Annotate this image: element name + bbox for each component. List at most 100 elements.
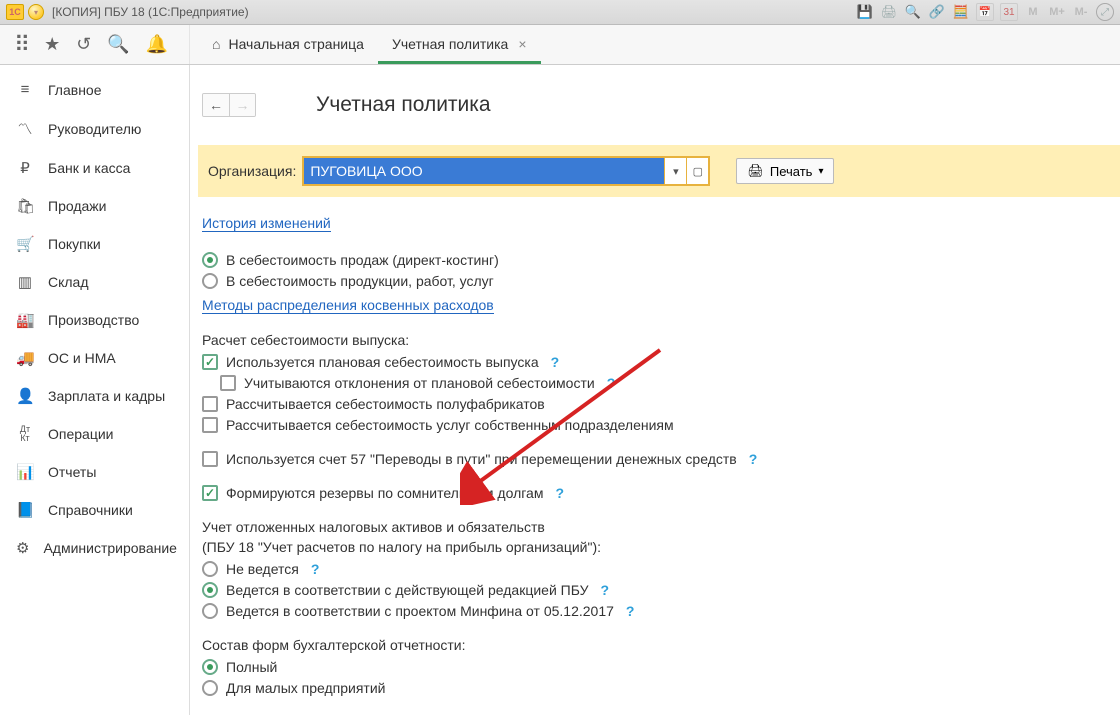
- sidebar-item-label: Руководителю: [48, 121, 141, 137]
- sidebar-item-label: ОС и НМА: [48, 350, 116, 366]
- help-icon[interactable]: ?: [311, 561, 320, 577]
- sidebar-item-assets[interactable]: 🚚 ОС и НМА: [0, 339, 189, 377]
- radio-product-cost[interactable]: В себестоимость продукции, работ, услуг: [202, 273, 1102, 289]
- sidebar: ≡Главное 〽 Руководителю ₽Банк и касса 🛍 Пр…: [0, 65, 190, 715]
- history-link[interactable]: История изменений: [202, 215, 331, 232]
- history-icon[interactable]: ↺: [76, 34, 91, 55]
- window-title: [КОПИЯ] ПБУ 18 (1С:Предприятие): [52, 5, 249, 19]
- checkbox-label: Учитываются отклонения от плановой себес…: [244, 375, 595, 391]
- bag-icon: 🛍: [16, 197, 34, 215]
- radio-label: В себестоимость продукции, работ, услуг: [226, 273, 494, 289]
- help-icon[interactable]: ?: [601, 582, 610, 598]
- close-icon[interactable]: ×: [518, 36, 526, 52]
- deferred-section-label: Учет отложенных налоговых активов и обяз…: [202, 519, 1102, 535]
- favorite-star-icon[interactable]: ★: [44, 34, 60, 55]
- indirect-methods-link[interactable]: Методы распределения косвенных расходов: [202, 297, 494, 314]
- sidebar-item-manager[interactable]: 〽 Руководителю: [0, 108, 189, 149]
- dtkt-icon: Дт Кт: [16, 425, 34, 443]
- sidebar-item-hr[interactable]: 👤Зарплата и кадры: [0, 377, 189, 415]
- tab-active-label: Учетная политика: [392, 36, 508, 52]
- checkbox-semifinished[interactable]: Рассчитывается себестоимость полуфабрика…: [202, 396, 1102, 412]
- radio-label: В себестоимость продаж (директ-костинг): [226, 252, 499, 268]
- checkbox-deviations[interactable]: Учитываются отклонения от плановой себес…: [220, 375, 1102, 391]
- checkbox-plan-cost[interactable]: ✓ Используется плановая себестоимость вы…: [202, 354, 1102, 370]
- bar-chart-icon: 📊: [16, 463, 34, 481]
- radio-label: Не ведется: [226, 561, 299, 577]
- sidebar-item-label: Справочники: [48, 502, 133, 518]
- chevron-down-icon: ▾: [818, 166, 823, 177]
- search-icon[interactable]: 🔍: [904, 3, 922, 21]
- ruble-icon: ₽: [16, 159, 34, 177]
- page-title: Учетная политика: [316, 93, 491, 117]
- search-global-icon[interactable]: 🔍: [107, 34, 129, 55]
- radio-direct-costing[interactable]: В себестоимость продаж (директ-костинг): [202, 252, 1102, 268]
- sidebar-item-main[interactable]: ≡Главное: [0, 71, 189, 108]
- checkbox-reserves[interactable]: ✓ Формируются резервы по сомнительным до…: [202, 485, 1102, 501]
- radio-deferred-project[interactable]: Ведется в соответствии с проектом Минфин…: [202, 603, 1102, 619]
- nav-back-button[interactable]: ←: [203, 94, 229, 116]
- checkbox-own-services[interactable]: Рассчитывается себестоимость услуг собст…: [202, 417, 1102, 433]
- help-icon[interactable]: ?: [555, 485, 564, 501]
- radio-deferred-none[interactable]: Не ведется ?: [202, 561, 1102, 577]
- sidebar-item-warehouse[interactable]: ▥Склад: [0, 263, 189, 301]
- help-icon[interactable]: ?: [626, 603, 635, 619]
- content-area: ← → Учетная политика Организация: ▾ ▢ 🖨 …: [190, 65, 1120, 715]
- print-button-label: Печать: [770, 164, 813, 179]
- sidebar-item-label: Склад: [48, 274, 89, 290]
- tab-home[interactable]: ⌂ Начальная страница: [198, 26, 378, 64]
- org-input[interactable]: [304, 158, 664, 184]
- help-icon[interactable]: ?: [749, 451, 758, 467]
- org-dropdown-button[interactable]: ▾: [664, 158, 686, 184]
- m-minus-icon[interactable]: M-: [1072, 3, 1090, 21]
- checkbox-label: Рассчитывается себестоимость услуг собст…: [226, 417, 674, 433]
- app-dropdown-icon[interactable]: ▾: [28, 4, 44, 20]
- org-label: Организация:: [208, 163, 296, 179]
- sidebar-item-label: Отчеты: [48, 464, 96, 480]
- help-icon[interactable]: ?: [607, 375, 616, 391]
- sidebar-item-admin[interactable]: ⚙Администрирование: [0, 529, 189, 567]
- checkbox-label: Формируются резервы по сомнительным долг…: [226, 485, 543, 501]
- sidebar-item-reports[interactable]: 📊 Отчеты: [0, 453, 189, 491]
- calc-icon[interactable]: 🧮: [952, 3, 970, 21]
- sidebar-item-label: Главное: [48, 82, 102, 98]
- save-icon[interactable]: 💾: [856, 3, 874, 21]
- forms-section-label: Состав форм бухгалтерской отчетности:: [202, 637, 1102, 653]
- apps-grid-icon[interactable]: [14, 32, 28, 58]
- print-icon[interactable]: 🖨: [880, 3, 898, 21]
- tab-home-label: Начальная страница: [228, 36, 363, 52]
- sidebar-item-label: Продажи: [48, 198, 106, 214]
- notifications-bell-icon[interactable]: 🔔: [146, 34, 168, 55]
- home-icon: ⌂: [212, 36, 220, 52]
- chart-up-icon: 〽: [16, 118, 34, 139]
- radio-small[interactable]: Для малых предприятий: [202, 680, 1102, 696]
- nav-forward-button[interactable]: →: [229, 94, 255, 116]
- radio-full[interactable]: Полный: [202, 659, 1102, 675]
- radio-deferred-current[interactable]: Ведется в соответствии с действующей ред…: [202, 582, 1102, 598]
- calendar31-icon[interactable]: 31: [1000, 3, 1018, 21]
- sidebar-item-sales[interactable]: 🛍 Продажи: [0, 187, 189, 225]
- m-plus-icon[interactable]: M+: [1048, 3, 1066, 21]
- truck-icon: 🚚: [16, 349, 34, 367]
- tab-active[interactable]: Учетная политика ×: [378, 26, 541, 64]
- logo-1c-icon: 1C: [6, 4, 24, 20]
- sidebar-item-bank[interactable]: ₽Банк и касса: [0, 149, 189, 187]
- sidebar-item-references[interactable]: 📘Справочники: [0, 491, 189, 529]
- radio-label: Полный: [226, 659, 277, 675]
- help-icon[interactable]: ?: [551, 354, 560, 370]
- toolbar-icons: ★ ↺ 🔍 🔔: [0, 25, 190, 64]
- tabs-bar: ⌂ Начальная страница Учетная политика ×: [190, 25, 541, 64]
- org-open-button[interactable]: ▢: [686, 158, 708, 184]
- link-icon[interactable]: 🔗: [928, 3, 946, 21]
- expand-icon[interactable]: ⤢: [1096, 3, 1114, 21]
- calendar-icon[interactable]: 📅: [976, 3, 994, 21]
- toolbar-row: ★ ↺ 🔍 🔔 ⌂ Начальная страница Учетная пол…: [0, 25, 1120, 65]
- radio-label: Ведется в соответствии с проектом Минфин…: [226, 603, 614, 619]
- m-icon[interactable]: M: [1024, 3, 1042, 21]
- sidebar-item-production[interactable]: 🏭Производство: [0, 301, 189, 339]
- print-button[interactable]: 🖨 Печать ▾: [736, 158, 834, 184]
- sidebar-item-purchases[interactable]: 🛒Покупки: [0, 225, 189, 263]
- printer-icon: 🖨: [747, 163, 764, 179]
- sidebar-item-operations[interactable]: Дт КтОперации: [0, 415, 189, 453]
- checkbox-account57[interactable]: Используется счет 57 "Переводы в пути" п…: [202, 451, 1102, 467]
- org-band: Организация: ▾ ▢ 🖨 Печать ▾: [198, 145, 1120, 197]
